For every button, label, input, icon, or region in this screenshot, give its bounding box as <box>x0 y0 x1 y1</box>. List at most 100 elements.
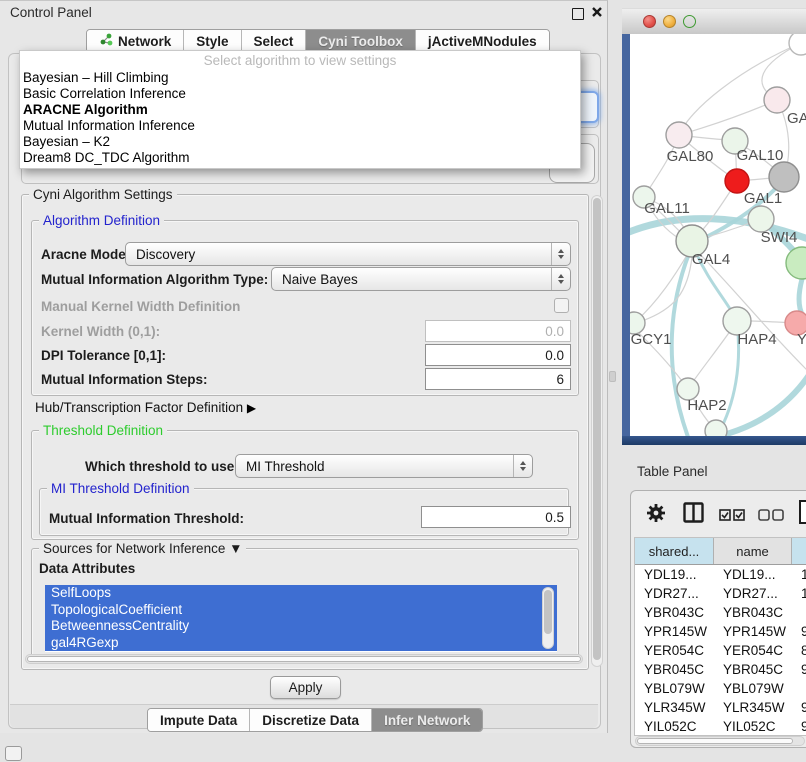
tab-label: Infer Network <box>384 713 470 728</box>
dropdown-item-dream8-dc-tdc-algorithm[interactable]: Dream8 DC_TDC Algorithm <box>20 150 580 166</box>
table-cell: YBL079W <box>714 681 792 696</box>
table-horizontal-scrollbar[interactable] <box>635 736 805 746</box>
table-cell: YER054C <box>635 643 714 658</box>
node-unlabeled-top[interactable] <box>789 34 806 55</box>
document-icon[interactable] <box>798 500 806 524</box>
tab-impute-data[interactable]: Impute Data <box>148 709 250 731</box>
node-table[interactable]: shared...name YDL19...YDL19...13YDR27...… <box>634 537 806 736</box>
tab-infer-network[interactable]: Infer Network <box>372 709 482 731</box>
attribute-item-topologicalcoefficient[interactable]: TopologicalCoefficient <box>45 602 557 619</box>
aracne-mode-combobox[interactable]: Discovery <box>125 242 571 266</box>
column-header-3[interactable] <box>792 538 806 564</box>
kernel-width-field[interactable]: 0.0 <box>425 320 571 342</box>
table-cell: 9. <box>792 700 806 715</box>
float-icon[interactable] <box>572 8 584 20</box>
table-body: YDL19...YDL19...13YDR27...YDR27...12YBR0… <box>635 565 806 736</box>
dropdown-prompt: Select algorithm to view settings <box>20 51 580 70</box>
node-gal80[interactable] <box>666 122 692 148</box>
tab-style[interactable]: Style <box>184 30 241 52</box>
data-attributes-list[interactable]: SelfLoopsTopologicalCoefficientBetweenne… <box>45 585 557 652</box>
column-header-shared[interactable]: shared... <box>635 538 714 564</box>
mi-threshold-group-title: MI Threshold Definition <box>47 482 194 495</box>
mi-steps-label: Mutual Information Steps: <box>41 372 208 387</box>
hub-definition-label: Hub/Transcription Factor Definition <box>35 400 243 415</box>
table-hscrollbar-thumb[interactable] <box>637 738 793 744</box>
mi-algorithm-type-combobox[interactable]: Naive Bayes <box>271 267 571 291</box>
table-row[interactable]: YBR045CYBR045C9. <box>635 660 806 679</box>
dropdown-item-bayesian-k2[interactable]: Bayesian – K2 <box>20 134 580 150</box>
minimize-button[interactable] <box>663 15 676 28</box>
sources-group-title[interactable]: Sources for Network Inference ▼ <box>39 542 246 555</box>
mi-steps-field[interactable]: 6 <box>425 368 571 390</box>
dpi-tolerance-label: DPI Tolerance [0,1]: <box>41 348 166 363</box>
table-row[interactable]: YBR043CYBR043C <box>635 603 806 622</box>
manual-kernel-width-label: Manual Kernel Width Definition <box>41 299 240 314</box>
dpi-tolerance-field[interactable]: 0.0 <box>425 344 571 366</box>
attribute-item-selfloops[interactable]: SelfLoops <box>45 585 557 602</box>
close-icon[interactable] <box>591 6 603 18</box>
tab-select[interactable]: Select <box>242 30 307 52</box>
node-bottom-partial[interactable] <box>705 420 727 436</box>
manual-kernel-width-checkbox[interactable] <box>554 298 569 313</box>
table-cell: 9. <box>792 624 806 639</box>
mi-threshold-field[interactable]: 0.5 <box>421 506 571 528</box>
attributes-scrollbar-thumb[interactable] <box>544 590 552 634</box>
table-row[interactable]: YER054CYER054C8. <box>635 641 806 660</box>
node-gal11-label: GAL11 <box>644 200 690 217</box>
table-header-row: shared...name <box>635 538 806 565</box>
network-window-titlebar[interactable] <box>622 8 806 35</box>
gear-icon[interactable] <box>646 503 666 523</box>
network-tab-icon <box>99 33 113 49</box>
dropdown-item-aracne-algorithm[interactable]: ARACNE Algorithm <box>20 102 580 118</box>
network-canvas[interactable]: GALGAL80GAL10GAL1GAL11SWI4GAL4GCY1HAP4YH… <box>630 34 806 436</box>
dropdown-item-bayesian-hill-climbing[interactable]: Bayesian – Hill Climbing <box>20 70 580 86</box>
table-cell: YBR045C <box>714 662 792 677</box>
table-row[interactable]: YPR145WYPR145W9. <box>635 622 806 641</box>
settings-scrollbar-thumb[interactable] <box>593 198 601 660</box>
node-gal10-label: GAL10 <box>737 147 784 164</box>
node-salmon-label: Y <box>797 331 806 348</box>
attributes-list-scrollbar[interactable] <box>542 587 554 649</box>
dropdown-item-mutual-information-inference[interactable]: Mutual Information Inference <box>20 118 580 134</box>
control-panel-title: Control Panel <box>10 5 92 20</box>
attribute-item-betweennesscentrality[interactable]: BetweennessCentrality <box>45 618 557 635</box>
settings-vertical-scrollbar[interactable] <box>591 195 603 667</box>
table-cell: YBR043C <box>635 605 714 620</box>
mi-algorithm-type-value: Naive Bayes <box>272 272 551 287</box>
tab-network[interactable]: Network <box>87 30 184 52</box>
column-header-name[interactable]: name <box>714 538 792 564</box>
which-threshold-combobox[interactable]: MI Threshold <box>235 454 533 478</box>
unchecked-columns-icon[interactable] <box>758 509 784 521</box>
algorithm-dropdown-popup: Select algorithm to view settings Bayesi… <box>19 50 581 169</box>
mi-threshold-label: Mutual Information Threshold: <box>49 511 244 526</box>
node-hap2-label: HAP2 <box>687 397 726 414</box>
zoom-button[interactable] <box>683 15 696 28</box>
tab-jactivemnodules[interactable]: jActiveMNodules <box>416 30 549 52</box>
table-panel-title: Table Panel <box>637 464 708 479</box>
settings-hscrollbar-thumb[interactable] <box>27 656 581 662</box>
node-gray[interactable] <box>769 162 799 192</box>
tab-cyni-toolbox[interactable]: Cyni Toolbox <box>306 30 416 52</box>
table-row[interactable]: YDR27...YDR27...12 <box>635 584 806 603</box>
table-cell: YIL052C <box>635 719 714 734</box>
close-button[interactable] <box>643 15 656 28</box>
checked-columns-icon[interactable] <box>719 509 745 521</box>
hub-definition-expander[interactable]: Hub/Transcription Factor Definition ▶ <box>35 400 256 415</box>
table-row[interactable]: YIL052CYIL052C9. <box>635 717 806 736</box>
apply-button[interactable]: Apply <box>270 676 341 699</box>
tab-label: Impute Data <box>160 713 237 728</box>
table-row[interactable]: YBL079WYBL079W <box>635 679 806 698</box>
collapsed-panel-icon[interactable] <box>5 746 22 761</box>
attribute-item-gal4rgexp[interactable]: gal4RGexp <box>45 635 557 652</box>
split-columns-icon[interactable] <box>683 502 704 523</box>
table-row[interactable]: YDL19...YDL19...13 <box>635 565 806 584</box>
table-row[interactable]: YLR345WYLR345W9. <box>635 698 806 717</box>
tab-discretize-data[interactable]: Discretize Data <box>250 709 372 731</box>
aracne-mode-value: Discovery <box>126 247 551 262</box>
settings-horizontal-scrollbar[interactable] <box>25 654 583 664</box>
dropdown-item-basic-correlation-inference[interactable]: Basic Correlation Inference <box>20 86 580 102</box>
application-window: Control Panel NetworkStyleSelect Cyni Too… <box>0 0 806 762</box>
node-green-right[interactable] <box>786 247 806 279</box>
tab-label: Cyni Toolbox <box>318 34 403 49</box>
splitter-handle[interactable] <box>609 371 616 382</box>
